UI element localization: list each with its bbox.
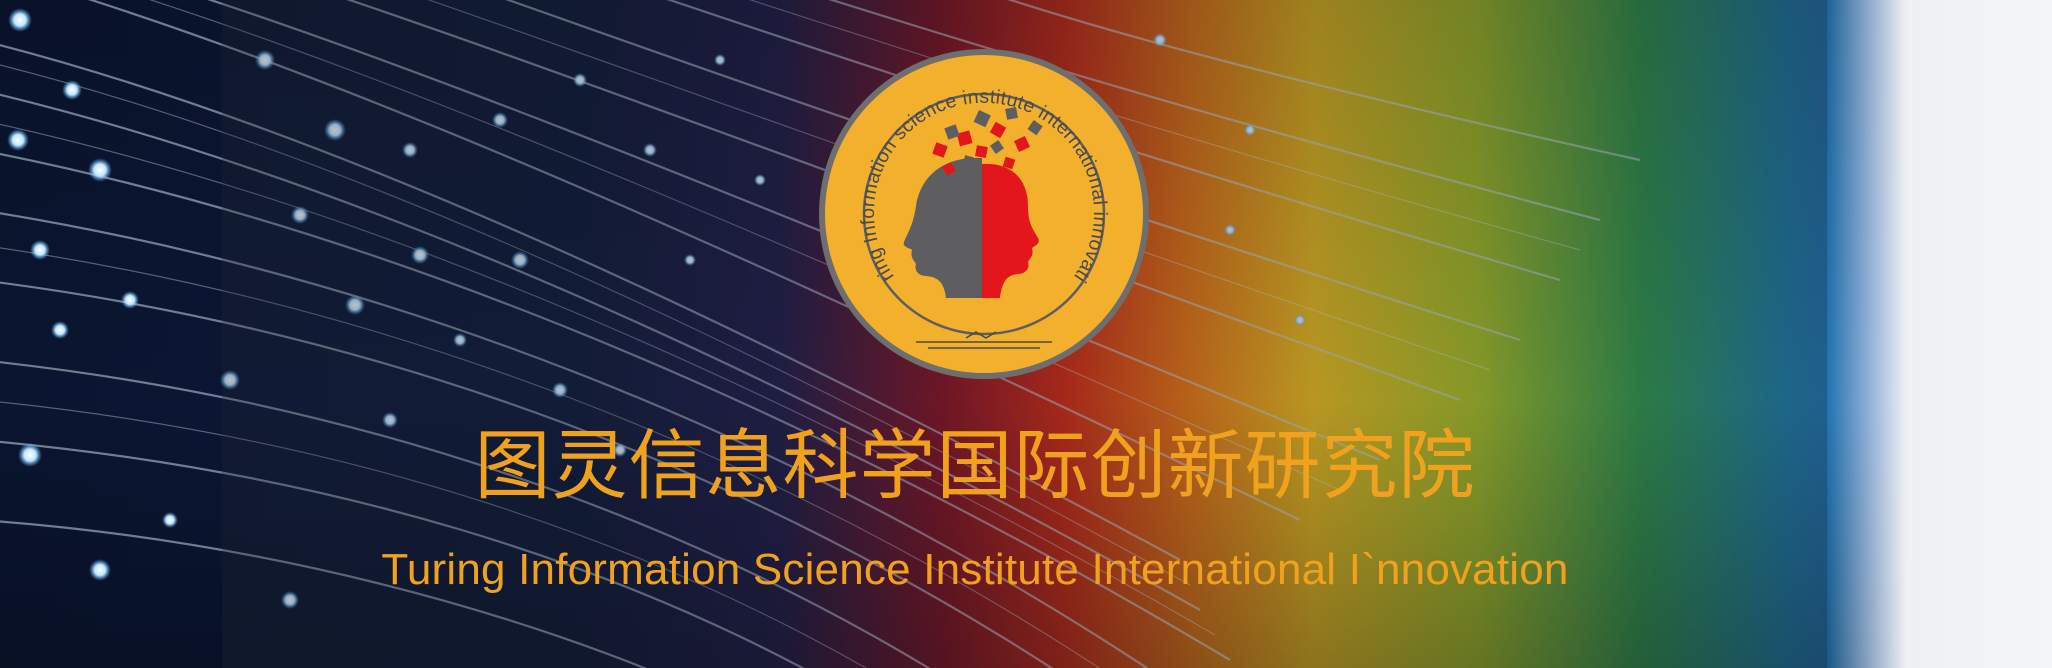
institute-name-english-text: Turing Information Science Institute Int… xyxy=(381,545,1569,594)
institute-emblem: Turing Information science institute int… xyxy=(816,46,1149,379)
institute-name-english: Turing Information Science Institute Int… xyxy=(0,548,2052,592)
institute-name-chinese-text: 图灵信息科学国际创新研究院 xyxy=(474,421,1476,510)
institute-name-chinese: 图灵信息科学国际创新研究院 xyxy=(0,428,2052,504)
hero-banner: Turing Information science institute int… xyxy=(0,0,2052,668)
